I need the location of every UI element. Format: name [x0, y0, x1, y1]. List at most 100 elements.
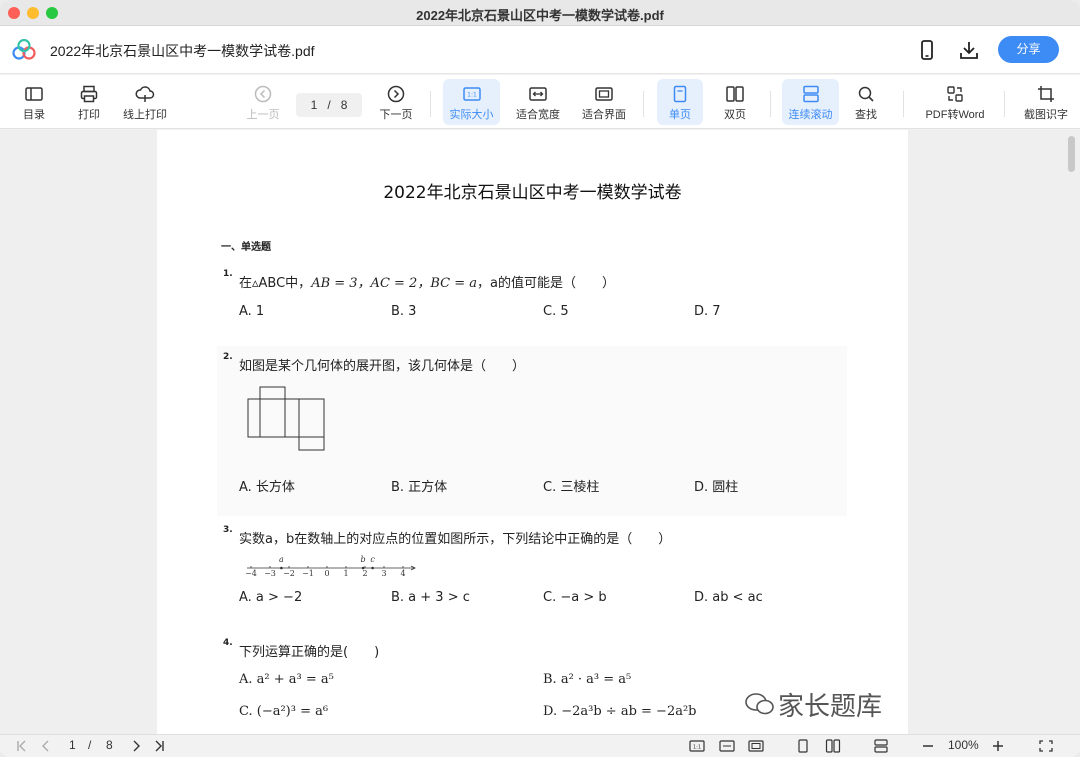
zoom-level: 100%: [948, 738, 979, 752]
convert-icon: [947, 86, 963, 102]
double-page-button[interactable]: 双页: [713, 79, 757, 125]
number-line-point-label: b: [361, 555, 366, 564]
continuous-scroll-label: 连续滚动: [788, 109, 833, 121]
question-3-option-c: C. −a > b: [543, 590, 607, 605]
download-icon[interactable]: [957, 38, 981, 62]
fit-page-label: 适合界面: [582, 109, 626, 121]
question-2-option-d: D. 圆柱: [694, 480, 739, 495]
app-logo-icon: [12, 39, 36, 60]
online-print-label: 线上打印: [123, 109, 167, 121]
fit-width-label: 适合宽度: [516, 109, 560, 121]
single-page-button[interactable]: 单页: [657, 79, 703, 125]
zoom-in-icon[interactable]: [990, 739, 1006, 753]
title-bar: 2022年北京石景山区中考一模数学试卷.pdf: [0, 0, 1080, 26]
number-line-tick-label: −4: [245, 569, 257, 578]
next-page-icon[interactable]: [128, 739, 144, 753]
continuous-scroll-icon: [802, 85, 819, 103]
chevron-left-circle-icon: [254, 85, 272, 103]
first-page-icon[interactable]: [14, 739, 30, 753]
pdf-page: 2022年北京石景山区中考一模数学试卷 一、单选题 1. 在▵ABC中，AB =…: [157, 130, 908, 734]
section-heading: 一、单选题: [221, 242, 271, 253]
number-line-point: [280, 566, 283, 570]
question-2-option-c: C. 三棱柱: [543, 480, 600, 495]
toolbar-divider: [770, 91, 771, 117]
question-4-option-b: B. a² · a³ = a⁵: [543, 672, 632, 687]
number-line-point-label: c: [370, 555, 375, 564]
document-title: 2022年北京石景山区中考一模数学试卷.pdf: [50, 43, 315, 59]
actual-size-button[interactable]: 1:1 实际大小: [443, 79, 500, 125]
double-page-icon[interactable]: [825, 739, 841, 753]
mobile-icon[interactable]: [915, 38, 939, 62]
question-4-option-a: A. a² + a³ = a⁵: [239, 672, 334, 687]
toolbar-divider: [1004, 91, 1005, 117]
prev-page-button[interactable]: 上一页: [243, 79, 283, 125]
window-title: 2022年北京石景山区中考一模数学试卷.pdf: [416, 8, 664, 23]
status-page-separator: /: [88, 738, 92, 752]
printer-icon: [80, 85, 98, 103]
question-2-option-a: A. 长方体: [239, 480, 295, 495]
share-button[interactable]: 分享: [998, 36, 1059, 63]
number-line: −4 −3 −2 −1 0 1 2 3 4 a b c: [245, 555, 416, 578]
online-print-button[interactable]: 线上打印: [117, 79, 173, 125]
toolbar-divider: [643, 91, 644, 117]
single-page-icon[interactable]: [795, 739, 811, 753]
print-label: 打印: [78, 109, 100, 121]
single-page-icon: [673, 85, 687, 103]
fit-page-icon[interactable]: [748, 739, 764, 753]
find-button[interactable]: 查找: [846, 79, 886, 125]
actual-size-icon[interactable]: 1:1: [689, 739, 705, 753]
next-page-button[interactable]: 下一页: [376, 79, 416, 125]
toc-button[interactable]: 目录: [14, 79, 54, 125]
crop-icon: [1038, 86, 1054, 102]
status-bar: 1 / 8 1:1 100%: [0, 734, 1080, 757]
zoom-out-icon[interactable]: [920, 739, 936, 753]
question-3-option-b: B. a + 3 > c: [391, 590, 470, 605]
number-line-tick-label: 2: [362, 569, 367, 578]
question-1-option-a: A. 1: [239, 304, 265, 319]
number-line-point-label: a: [279, 555, 284, 564]
question-3-text: 实数a，b在数轴上的对应点的位置如图所示，下列结论中正确的是（ ）: [239, 532, 672, 547]
question-1-text-post: ，a的值可能是（ ）: [476, 276, 615, 291]
page-current: 1: [310, 98, 318, 112]
fit-width-icon: [529, 87, 547, 101]
question-1-option-d: D. 7: [694, 304, 721, 319]
double-page-label: 双页: [724, 109, 746, 121]
question-3-option-d: D. ab < ac: [694, 590, 763, 605]
number-line-point: [371, 566, 374, 570]
chevron-right-circle-icon: [387, 85, 405, 103]
number-line-tick-label: −3: [264, 569, 276, 578]
fullscreen-icon[interactable]: [1038, 739, 1054, 753]
page-number-input[interactable]: 1 / 8: [296, 93, 362, 117]
svg-text:1:1: 1:1: [693, 745, 701, 751]
document-viewport[interactable]: 2022年北京石景山区中考一模数学试卷 一、单选题 1. 在▵ABC中，AB =…: [0, 130, 1080, 734]
question-1-text-math: AB = 3，AC = 2，BC = a: [311, 276, 477, 291]
number-line-tick-label: −2: [283, 569, 295, 578]
page-separator: /: [327, 98, 331, 112]
question-1-text-pre: 在▵ABC中，: [239, 276, 312, 291]
number-line-tick-label: 0: [324, 569, 329, 578]
prev-page-icon[interactable]: [38, 739, 54, 753]
fit-width-icon[interactable]: [719, 739, 735, 753]
pdf-to-word-button[interactable]: PDF转Word: [920, 79, 990, 125]
paper-title: 2022年北京石景山区中考一模数学试卷: [383, 183, 682, 203]
question-4-option-c: C. (−a²)³ = a⁶: [239, 704, 329, 719]
continuous-scroll-button[interactable]: 连续滚动: [782, 79, 839, 125]
fit-page-button[interactable]: 适合界面: [577, 79, 631, 125]
question-4-text: 下列运算正确的是( ): [239, 645, 380, 660]
last-page-icon[interactable]: [151, 739, 167, 753]
toolbar-divider: [903, 91, 904, 117]
cloud-print-icon: [135, 86, 155, 102]
question-4-option-d: D. −2a³b ÷ ab = −2a²b: [543, 704, 697, 719]
question-number: 2.: [223, 352, 233, 362]
fit-width-button[interactable]: 适合宽度: [511, 79, 565, 125]
net-diagram: [247, 386, 325, 451]
number-line-tick-label: −1: [302, 569, 314, 578]
number-line-tick-label: 4: [400, 569, 405, 578]
question-1-option-b: B. 3: [391, 304, 417, 319]
question-2-option-b: B. 正方体: [391, 480, 448, 495]
continuous-scroll-icon[interactable]: [873, 739, 889, 753]
screenshot-ocr-button[interactable]: 截图识字: [1019, 79, 1073, 125]
vertical-scrollbar[interactable]: [1068, 136, 1075, 172]
toc-icon: [25, 87, 43, 101]
print-button[interactable]: 打印: [69, 79, 109, 125]
